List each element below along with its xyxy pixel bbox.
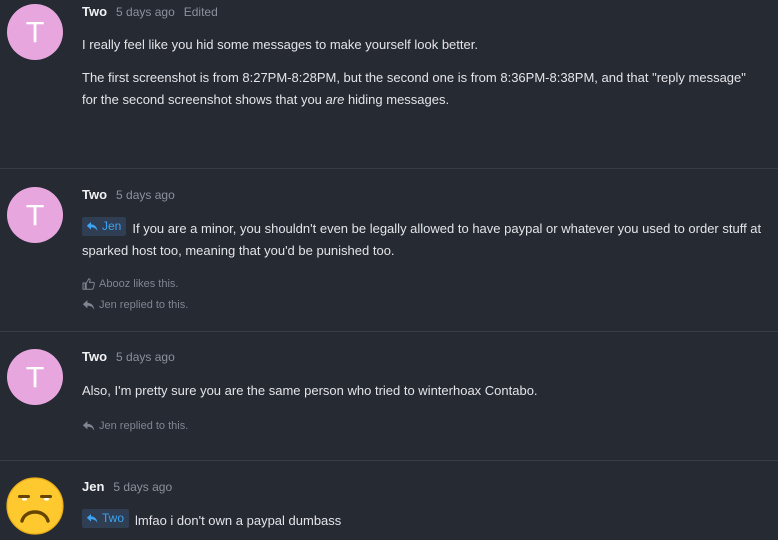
post-body: Jen If you are a minor, you shouldn't eve… [82, 217, 764, 262]
post-1: T Two 5 days ago Edited I really feel li… [0, 0, 778, 168]
thumbs-up-icon [82, 278, 95, 290]
reply-arrow-icon [82, 300, 95, 310]
timestamp[interactable]: 5 days ago [116, 188, 175, 202]
post-3: T Two 5 days ago Also, I'm pretty sure y… [0, 332, 778, 460]
replied-text[interactable]: Jen replied to this. [99, 299, 188, 311]
timestamp[interactable]: 5 days ago [113, 480, 172, 494]
likes-text[interactable]: Abooz likes this. [99, 278, 178, 290]
post-4: Jen 5 days ago Two lmfao i don't own a pa… [0, 461, 778, 540]
author-name[interactable]: Jen [82, 479, 104, 494]
post-paragraph: Jen If you are a minor, you shouldn't eve… [82, 217, 764, 262]
post-body: Two lmfao i don't own a paypal dumbass [82, 509, 764, 532]
post-meta: Two 5 days ago [82, 187, 175, 202]
post-meta: Jen 5 days ago [82, 479, 172, 494]
author-name[interactable]: Two [82, 349, 107, 364]
quote-reference[interactable]: Jen [82, 217, 127, 236]
post-paragraph: Two lmfao i don't own a paypal dumbass [82, 509, 764, 532]
post-2: T Two 5 days ago Jen If you are a minor, … [0, 169, 778, 330]
post-paragraph: Also, I'm pretty sure you are the same p… [82, 383, 538, 398]
reply-arrow-icon [86, 222, 98, 231]
author-name[interactable]: Two [82, 187, 107, 202]
replied-summary[interactable]: Jen replied to this. [82, 420, 188, 432]
quote-author[interactable]: Jen [102, 218, 121, 235]
edited-label[interactable]: Edited [184, 5, 218, 19]
timestamp[interactable]: 5 days ago [116, 350, 175, 364]
avatar[interactable]: T [7, 349, 63, 405]
text-segment: If you are a minor, you shouldn't even b… [82, 221, 762, 258]
post-body: I really feel like you hid some messages… [82, 34, 764, 111]
post-meta: Two 5 days ago Edited [82, 4, 218, 19]
replied-summary[interactable]: Jen replied to this. [82, 299, 188, 311]
replied-text[interactable]: Jen replied to this. [99, 420, 188, 432]
text-segment: hiding messages. [344, 92, 450, 107]
post-body: Also, I'm pretty sure you are the same p… [82, 380, 764, 402]
emphasis-text: are [325, 92, 345, 107]
post-paragraph: I really feel like you hid some messages… [82, 37, 478, 52]
quote-reference[interactable]: Two [82, 509, 130, 528]
text-segment: lmfao i don't own a paypal dumbass [135, 513, 342, 528]
post-meta: Two 5 days ago [82, 349, 175, 364]
avatar[interactable]: T [7, 187, 63, 243]
timestamp[interactable]: 5 days ago [116, 5, 175, 19]
quote-author[interactable]: Two [102, 510, 124, 527]
avatar[interactable]: T [7, 4, 63, 60]
post-paragraph: The first screenshot is from 8:27PM-8:28… [82, 67, 764, 111]
author-name[interactable]: Two [82, 4, 107, 19]
reply-arrow-icon [86, 514, 98, 523]
reply-arrow-icon [82, 421, 95, 431]
unamused-face-icon[interactable] [6, 477, 64, 535]
likes-summary[interactable]: Abooz likes this. [82, 278, 178, 290]
